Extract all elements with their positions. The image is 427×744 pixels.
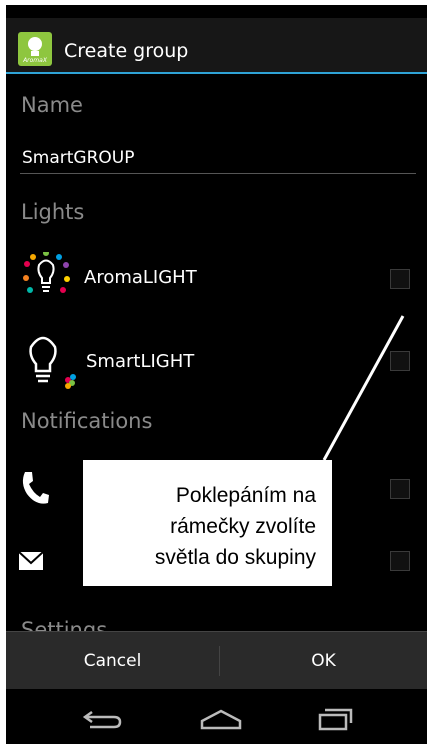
callout-pointer <box>322 315 405 461</box>
callout-line-3: světla do skupiny <box>154 546 316 569</box>
callout-line-1: Poklepáním na <box>175 484 316 507</box>
callout-line-2: rámečky zvolíte <box>170 515 316 538</box>
instruction-callout: Poklepáním na rámečky zvolíte světla do … <box>83 460 332 586</box>
screen: AromaX Create group Name SmartGROUP Ligh… <box>6 5 427 744</box>
